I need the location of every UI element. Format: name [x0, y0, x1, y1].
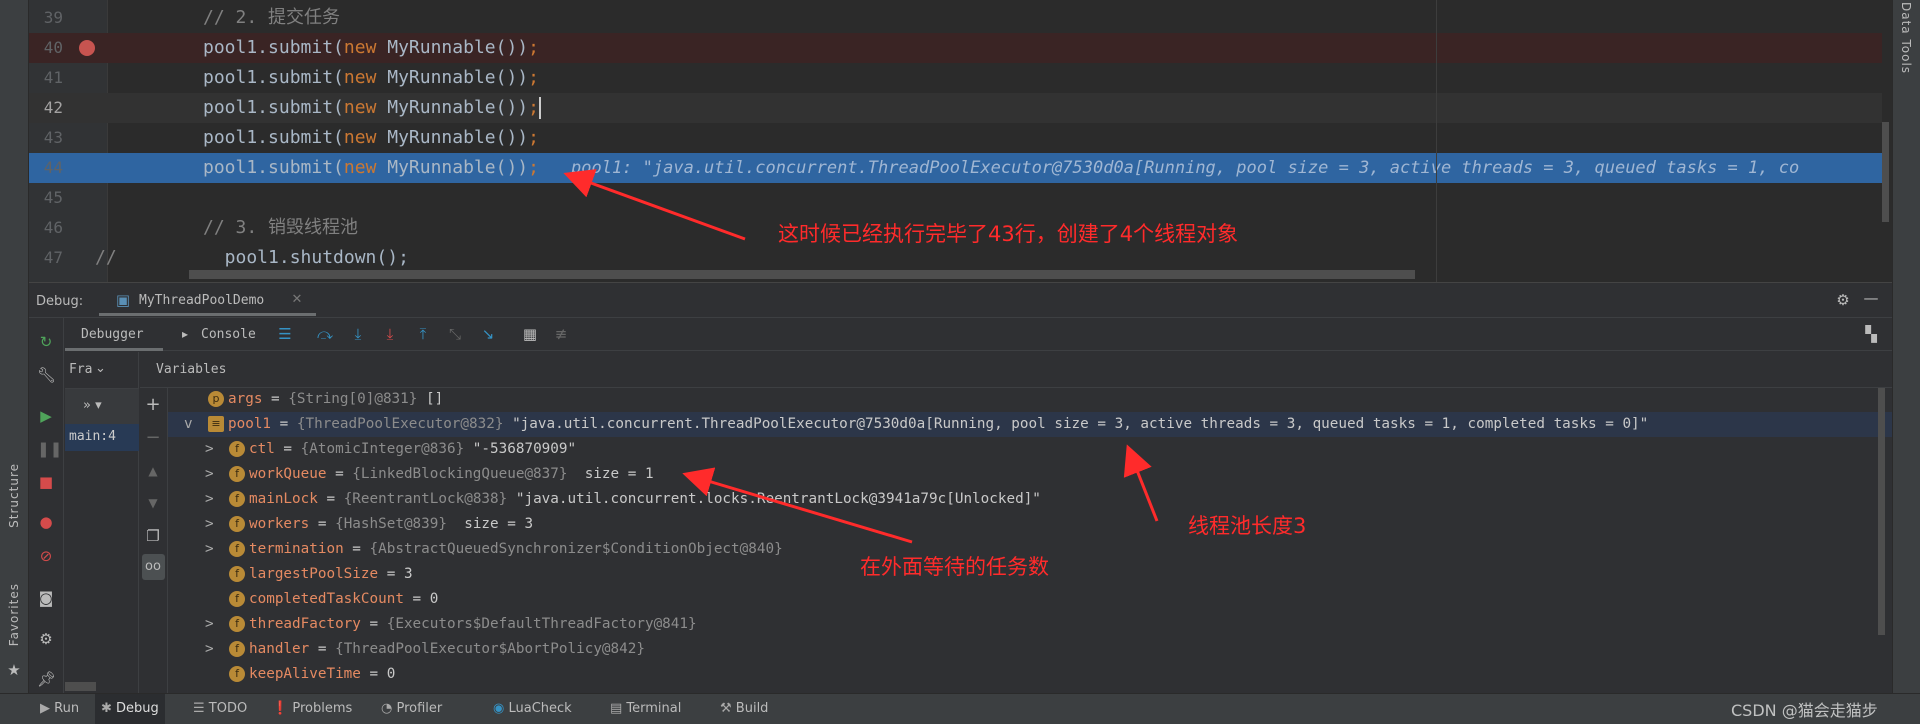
annotation-arrows [563, 169, 1159, 544]
annotation-arrow-3 [682, 467, 913, 544]
annotation-queued-tasks: 在外面等待的任务数 [860, 555, 1049, 579]
watermark: CSDN @猫会走猫步 [1731, 701, 1878, 720]
annotation-arrow-1 [563, 169, 746, 241]
annotation-lines-executed: 这时候已经执行完毕了43行，创建了4个线程对象 [778, 222, 1239, 246]
annotation-pool-size: 线程池长度3 [1188, 514, 1307, 538]
annotation-arrow-2 [1123, 444, 1159, 522]
